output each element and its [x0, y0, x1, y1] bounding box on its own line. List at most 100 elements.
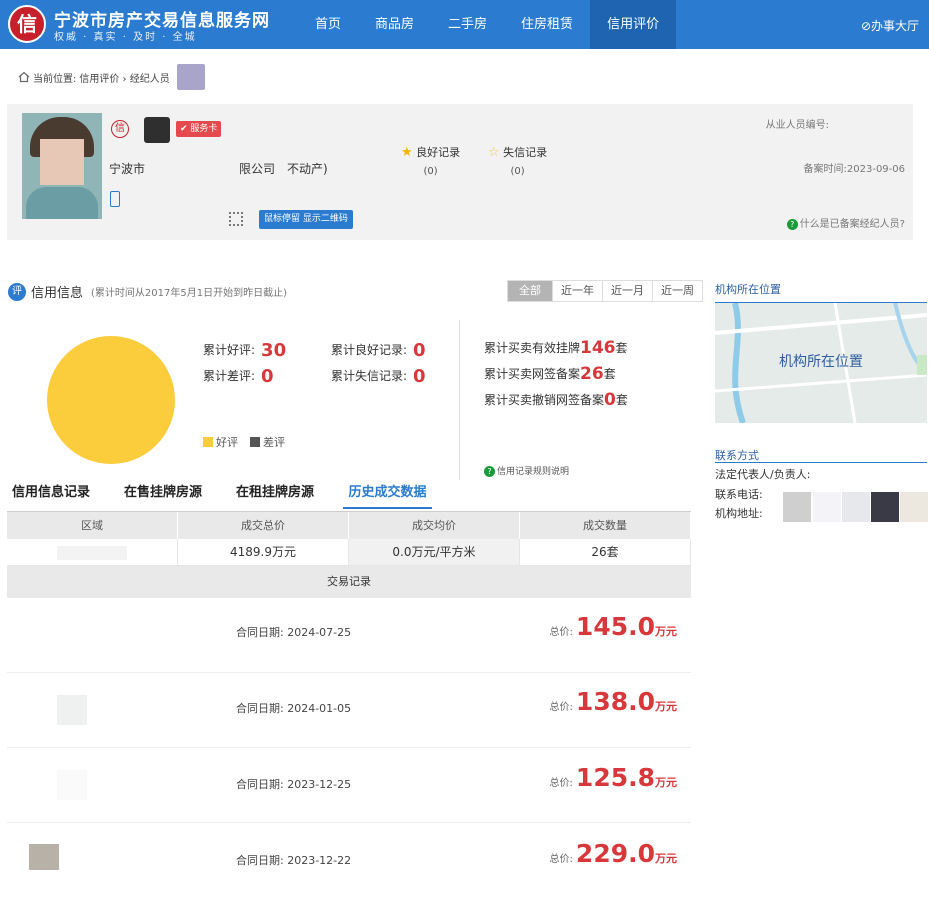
help-icon: ?: [484, 466, 495, 477]
nav-new-homes[interactable]: 商品房: [358, 0, 431, 49]
legend-good: 好评: [203, 434, 238, 450]
tab-credit-records[interactable]: 信用信息记录: [12, 481, 90, 509]
trade-thumbnail: [29, 844, 59, 870]
contract-date: 合同日期: 2024-01-05: [236, 702, 352, 715]
legal-representative: 法定代表人/负责人:: [715, 468, 811, 481]
location-title: 机构所在位置: [715, 283, 781, 296]
detail-tabs: 信用信息记录 在售挂牌房源 在租挂牌房源 历史成交数据: [8, 481, 691, 509]
redacted-block: [813, 492, 841, 522]
trade-records-title: 交易记录: [7, 566, 691, 598]
cell-avg-price: 0.0万元/平方米: [349, 539, 520, 566]
contact-title: 联系方式: [715, 449, 759, 462]
trade-thumbnail: [57, 620, 87, 650]
range-year[interactable]: 近一年: [552, 281, 602, 301]
redacted-block: [871, 492, 899, 522]
practitioner-number: 从业人员编号:: [765, 120, 829, 131]
breadcrumb-name-redacted: [176, 64, 205, 90]
main-nav: 首页 商品房 二手房 住房租赁 信用评价: [298, 0, 677, 49]
top-header: 信 宁波市房产交易信息服务网 权威 · 真实 · 及时 · 全城 首页 商品房 …: [0, 0, 929, 49]
breadcrumb-path[interactable]: 信用评价 › 经纪人员: [79, 70, 169, 85]
pie-slice-good: [47, 336, 175, 464]
tab-for-sale[interactable]: 在售挂牌房源: [124, 481, 202, 509]
stats-divider: [459, 320, 460, 480]
good-reviews-stat: 累计好评: 30: [203, 340, 287, 361]
range-all[interactable]: 全部: [508, 281, 552, 301]
legend-bad: 差评: [250, 434, 285, 450]
redacted-block: [842, 492, 870, 522]
trade-record[interactable]: 合同日期: 2023-12-25 总价: 125.8万元: [7, 748, 691, 823]
time-range-tabs: 全部 近一年 近一月 近一周: [507, 280, 703, 302]
bad-reviews-stat: 累计差评: 0: [203, 366, 274, 387]
trade-thumbnail: [57, 770, 87, 800]
cancelled-stat: 累计买卖撤销网签备案0套: [484, 390, 628, 410]
phone-icon[interactable]: [110, 191, 120, 207]
deal-summary-table: 区域 成交总价 成交均价 成交数量 4189.9万元 0.0万元/平方米 26套…: [7, 511, 691, 598]
contact-title-underline: [715, 462, 927, 463]
cell-count: 26套: [520, 539, 691, 566]
pie-legend: 好评 差评: [203, 434, 285, 450]
evaluation-icon: 评: [8, 282, 26, 301]
contract-date: 合同日期: 2024-07-25: [236, 626, 352, 639]
agency-address: 机构地址:: [715, 507, 763, 520]
cell-region: [7, 539, 178, 566]
breadcrumb-label: 当前位置:: [33, 73, 77, 85]
trade-price: 总价: 145.0万元: [549, 612, 677, 641]
nav-credit-evaluation[interactable]: 信用评价: [590, 0, 677, 49]
col-total-price: 成交总价: [178, 512, 349, 539]
nav-home[interactable]: 首页: [298, 0, 358, 49]
col-avg-price: 成交均价: [349, 512, 520, 539]
filed-agent-help-link[interactable]: ? 什么是已备案经纪人员?: [786, 215, 905, 230]
review-pie-chart: [47, 336, 175, 464]
credit-info-title: 信用信息: [31, 286, 84, 301]
cell-total-price: 4189.9万元: [178, 539, 349, 566]
star-outline-icon: ☆: [488, 145, 500, 160]
redacted-block: [783, 492, 811, 522]
agent-company: 宁波市 限公司 不动产): [109, 162, 328, 176]
map-label: 机构所在位置: [779, 354, 863, 370]
help-icon: ?: [786, 219, 798, 230]
signed-stat: 累计买卖网签备案26套: [484, 364, 616, 384]
agency-map[interactable]: 机构所在位置: [715, 303, 927, 423]
credit-info-note: (累计时间从2017年5月1日开始到昨日截止): [91, 288, 287, 299]
nav-rental[interactable]: 住房租赁: [504, 0, 590, 49]
agent-profile-card: 信 ✔ 服务卡 宁波市 限公司 不动产) 鼠标停留 显示二维码 ★ 良好记录 (0)…: [7, 104, 913, 240]
contact-phone: 联系电话:: [715, 488, 763, 501]
qr-code-icon[interactable]: [229, 212, 243, 226]
home-icon[interactable]: [18, 71, 30, 83]
bad-records-stat: 累计失信记录: 0: [331, 366, 426, 387]
credit-rule-link[interactable]: ? 信用记录规则说明: [484, 464, 569, 477]
range-month[interactable]: 近一月: [602, 281, 652, 301]
listing-stat: 累计买卖有效挂牌146套: [484, 338, 628, 358]
good-record[interactable]: ★ 良好记录 (0): [401, 144, 460, 177]
service-hall-link[interactable]: ⊘办事大厅: [861, 17, 919, 34]
trade-record[interactable]: 合同日期: 2024-07-25 总价: 145.0万元: [7, 598, 691, 673]
trade-record[interactable]: 合同日期: 2023-12-22 总价: 229.0万元: [7, 823, 691, 898]
trade-price: 总价: 229.0万元: [549, 839, 677, 868]
tab-history-deals[interactable]: 历史成交数据: [343, 481, 432, 509]
good-records-stat: 累计良好记录: 0: [331, 340, 426, 361]
trade-thumbnail: [57, 695, 87, 725]
breadcrumb: 当前位置: 信用评价 › 经纪人员: [18, 64, 205, 90]
contract-date: 合同日期: 2023-12-22: [236, 854, 352, 867]
range-week[interactable]: 近一周: [652, 281, 702, 301]
trade-price: 总价: 138.0万元: [549, 687, 677, 716]
site-slogan: 权威 · 真实 · 及时 · 全城: [54, 32, 197, 43]
agent-name-redacted: [144, 117, 170, 143]
bad-record[interactable]: ☆ 失信记录 (0): [488, 144, 547, 177]
service-card-badge[interactable]: ✔ 服务卡: [176, 121, 222, 137]
credit-badge-icon: 信: [111, 120, 129, 138]
nav-second-hand[interactable]: 二手房: [431, 0, 504, 49]
star-filled-icon: ★: [401, 145, 413, 160]
trade-price: 总价: 125.8万元: [549, 763, 677, 792]
agent-photo: [22, 113, 102, 219]
trade-record[interactable]: 合同日期: 2024-01-05 总价: 138.0万元: [7, 673, 691, 748]
qr-code-tip: 鼠标停留 显示二维码: [259, 210, 353, 229]
tab-for-rent[interactable]: 在租挂牌房源: [236, 481, 314, 509]
site-logo[interactable]: 信: [8, 5, 46, 43]
table-row: 4189.9万元 0.0万元/平方米 26套: [7, 539, 691, 566]
redacted-block: [900, 492, 928, 522]
contract-date: 合同日期: 2023-12-25: [236, 778, 352, 791]
col-region: 区域: [7, 512, 178, 539]
col-count: 成交数量: [520, 512, 691, 539]
table-header-row: 区域 成交总价 成交均价 成交数量: [7, 512, 691, 539]
